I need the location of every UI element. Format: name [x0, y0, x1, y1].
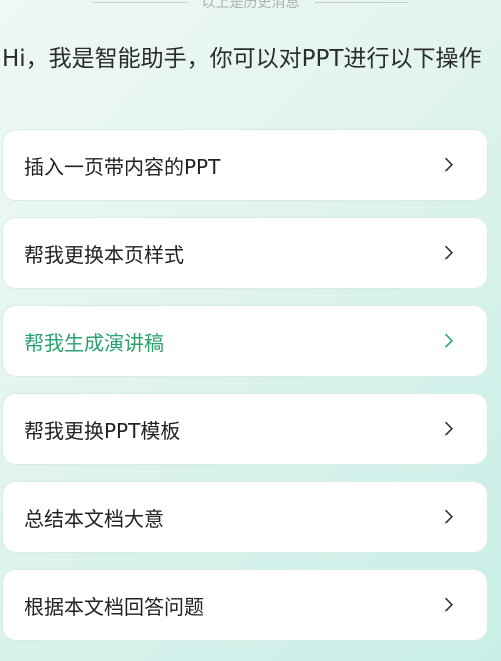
- option-generate-speech[interactable]: 帮我生成演讲稿: [2, 305, 488, 377]
- history-divider: 以上是历史消息: [0, 0, 501, 12]
- chevron-right-icon: [443, 245, 455, 261]
- option-change-page-style[interactable]: 帮我更换本页样式: [2, 217, 488, 289]
- chevron-right-icon: [443, 157, 455, 173]
- chevron-right-icon: [443, 333, 455, 349]
- option-label: 根据本文档回答问题: [24, 594, 204, 619]
- chevron-right-icon: [443, 509, 455, 525]
- chevron-right-icon: [443, 421, 455, 437]
- option-summarize-document[interactable]: 总结本文档大意: [2, 481, 488, 553]
- option-label: 帮我更换本页样式: [24, 242, 184, 267]
- option-label: 总结本文档大意: [24, 506, 164, 531]
- chevron-right-icon: [443, 597, 455, 613]
- history-divider-text: 以上是历史消息: [201, 0, 300, 11]
- option-change-ppt-template[interactable]: 帮我更换PPT模板: [2, 393, 488, 465]
- option-label: 帮我生成演讲稿: [24, 330, 164, 355]
- assistant-intro-message: Hi，我是智能助手，你可以对PPT进行以下操作: [2, 46, 482, 72]
- option-label: 帮我更换PPT模板: [24, 418, 181, 443]
- option-insert-content-slide[interactable]: 插入一页带内容的PPT: [2, 129, 488, 201]
- divider-line-right: [313, 1, 409, 3]
- divider-line-left: [92, 1, 188, 3]
- action-option-list: 插入一页带内容的PPT 帮我更换本页样式 帮我生成演讲稿 帮我更换PPT模板 总…: [2, 129, 488, 657]
- option-answer-questions[interactable]: 根据本文档回答问题: [2, 569, 488, 641]
- option-label: 插入一页带内容的PPT: [24, 154, 221, 179]
